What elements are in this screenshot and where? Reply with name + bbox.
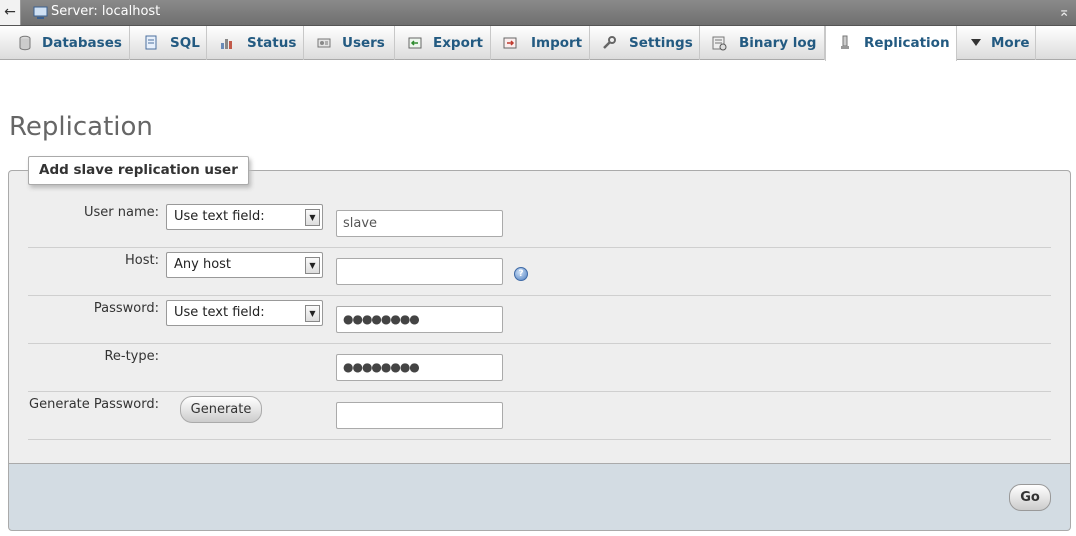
page-title: Replication — [9, 111, 153, 142]
dropdown-arrow-icon[interactable]: ▼ — [305, 209, 320, 226]
username-label: User name: — [83, 205, 159, 220]
row-divider — [28, 343, 1051, 344]
triangle-down-icon — [971, 39, 981, 46]
users-icon — [317, 38, 331, 48]
tab-status[interactable]: Status — [207, 26, 304, 60]
back-arrow-icon[interactable]: ← — [0, 0, 21, 25]
main-tab-bar: Databases SQL Status Users Export Import… — [0, 26, 1076, 61]
row-divider — [28, 391, 1051, 392]
password-label: Password: — [93, 301, 159, 316]
replication-icon — [841, 35, 849, 49]
import-icon — [503, 37, 517, 49]
collapse-icon[interactable]: ⌅ — [1058, 4, 1070, 20]
tab-label: More — [991, 35, 1030, 51]
window-titlebar: ← Server: localhost ⌅ — [0, 0, 1076, 26]
tab-binary-log[interactable]: Binary log — [700, 26, 825, 60]
retype-label: Re-type: — [104, 349, 159, 364]
server-icon — [33, 6, 48, 19]
dropdown-arrow-icon[interactable]: ▼ — [305, 305, 320, 322]
host-label: Host: — [125, 253, 159, 268]
window-title: Server: localhost — [51, 4, 161, 19]
username-type-select[interactable]: Use text field: ▼ — [166, 204, 323, 230]
fieldset-legend: Add slave replication user — [28, 156, 249, 185]
tab-users[interactable]: Users — [304, 26, 395, 60]
tab-more[interactable]: More — [957, 26, 1036, 60]
status-chart-icon — [221, 39, 232, 49]
retype-password-input[interactable]: ●●●●●●●● — [336, 354, 503, 381]
tab-label: Users — [342, 35, 385, 51]
wrench-icon — [603, 36, 616, 49]
row-divider — [28, 247, 1051, 248]
tab-label: Binary log — [739, 35, 817, 51]
go-button[interactable]: Go — [1009, 484, 1051, 511]
tab-sql[interactable]: SQL — [130, 26, 207, 60]
export-icon — [408, 37, 422, 49]
host-input[interactable] — [336, 258, 503, 285]
tab-export[interactable]: Export — [395, 26, 491, 60]
row-divider — [28, 295, 1051, 296]
dropdown-arrow-icon[interactable]: ▼ — [305, 257, 320, 274]
tab-label: Replication — [864, 35, 950, 51]
tab-label: Databases — [42, 35, 122, 51]
password-input[interactable]: ●●●●●●●● — [336, 306, 503, 333]
select-value: Any host — [174, 257, 232, 272]
tab-label: Import — [531, 35, 583, 51]
help-icon[interactable]: ? — [514, 267, 528, 281]
tab-databases[interactable]: Databases — [0, 26, 130, 60]
database-icon — [19, 35, 31, 51]
tab-label: Export — [433, 35, 483, 51]
host-type-select[interactable]: Any host ▼ — [166, 252, 323, 278]
form-footer — [8, 463, 1071, 531]
password-type-select[interactable]: Use text field: ▼ — [166, 300, 323, 326]
tab-label: Settings — [629, 35, 693, 51]
row-divider — [28, 439, 1051, 440]
tab-label: Status — [247, 35, 297, 51]
generate-button[interactable]: Generate — [180, 396, 262, 423]
generate-password-label: Generate Password: — [29, 397, 159, 412]
tab-settings[interactable]: Settings — [590, 26, 700, 60]
username-input[interactable]: slave — [336, 210, 503, 237]
select-value: Use text field: — [174, 209, 265, 224]
tab-label: SQL — [170, 35, 200, 51]
tab-import[interactable]: Import — [491, 26, 590, 60]
binary-log-icon — [712, 36, 727, 51]
tab-replication[interactable]: Replication — [825, 26, 957, 61]
sql-icon — [145, 35, 157, 50]
generated-password-input[interactable] — [336, 402, 503, 429]
select-value: Use text field: — [174, 305, 265, 320]
